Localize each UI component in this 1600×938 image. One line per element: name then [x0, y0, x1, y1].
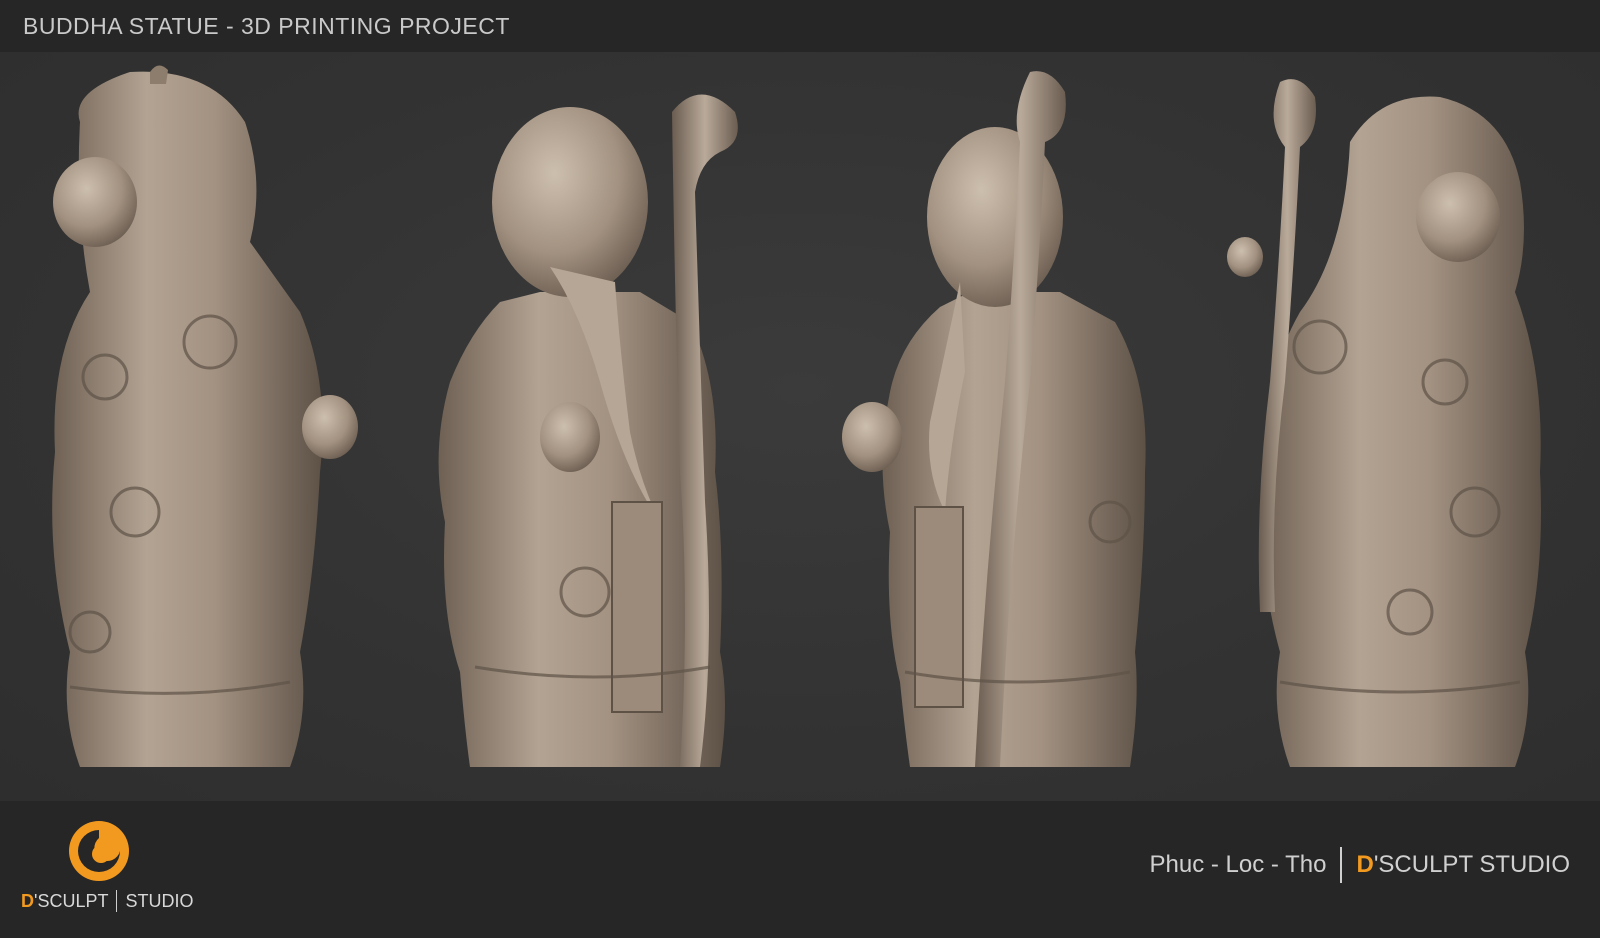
logo-wordmark: D ' SCULPT STUDIO: [21, 890, 193, 912]
logo-sculpt: SCULPT: [37, 890, 109, 911]
logo-letter-d: D: [21, 890, 34, 911]
logo-divider: [116, 890, 118, 912]
credit-divider: [1340, 847, 1343, 883]
statue-renders: [52, 65, 1541, 768]
statue-view-front-left: [438, 94, 738, 767]
credit-subject: Phuc - Loc - Tho: [1149, 851, 1327, 878]
dsculpt-logo-icon: [69, 821, 129, 881]
page: BUDDHA STATUE - 3D PRINTING PROJECT D ' …: [0, 0, 1600, 938]
page-title: BUDDHA STATUE - 3D PRINTING PROJECT: [23, 13, 510, 39]
credit-brand-rest: 'SCULPT STUDIO: [1373, 851, 1570, 878]
logo-studio: STUDIO: [125, 890, 194, 911]
header-bar: BUDDHA STATUE - 3D PRINTING PROJECT: [0, 0, 1600, 52]
project-credit: Phuc - Loc - Tho D'SCULPT STUDIO: [1149, 847, 1570, 883]
statue-view-front-right: [842, 71, 1146, 767]
footer-bar: D ' SCULPT STUDIO Phuc - Loc - Tho D'SCU…: [0, 801, 1600, 938]
render-viewport: [0, 52, 1600, 801]
credit-brand-d: D: [1356, 851, 1374, 878]
statue-view-back-left: [52, 65, 358, 768]
credit-brand: D'SCULPT STUDIO: [1356, 851, 1570, 879]
statue-view-back-right: [1227, 79, 1541, 767]
